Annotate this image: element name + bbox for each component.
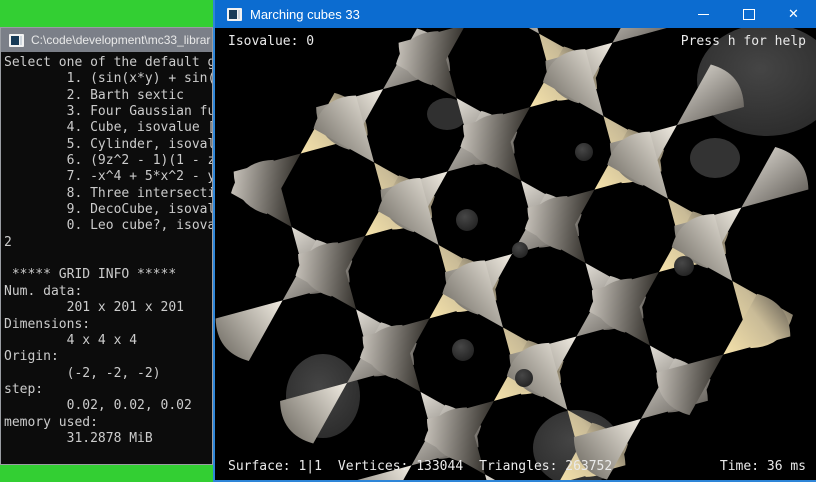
console-line: 3. Four Gaussian fu — [4, 104, 212, 120]
dark-sphere — [575, 143, 593, 161]
surface-count: Surface: 1|1 — [228, 459, 322, 474]
console-line: (-2, -2, -2) — [4, 366, 212, 382]
close-button[interactable]: ✕ — [771, 0, 816, 28]
dark-sphere — [452, 339, 474, 361]
dark-sphere — [515, 369, 533, 387]
console-line — [4, 251, 212, 267]
app-window-icon — [227, 8, 242, 21]
console-line: 5. Cylinder, isoval — [4, 137, 212, 153]
console-line: Select one of the default g — [4, 55, 212, 71]
console-line: step: — [4, 382, 212, 398]
dark-sphere — [674, 256, 694, 276]
maximize-icon — [743, 9, 755, 20]
console-line: 7. -x^4 + 5*x^2 - y — [4, 169, 212, 185]
console-line: 6. (9z^2 - 1)(1 - z — [4, 153, 212, 169]
console-line: memory used: — [4, 415, 212, 431]
marching-cubes-window[interactable]: Marching cubes 33 ✕ — [213, 0, 816, 482]
console-line: Origin: — [4, 349, 212, 365]
app-titlebar[interactable]: Marching cubes 33 ✕ — [215, 0, 816, 28]
window-controls: ✕ — [681, 0, 816, 28]
console-line: 2 — [4, 235, 212, 251]
triangle-count: Triangles: 263752 — [479, 459, 612, 474]
console-title: C:\code\development\mc33_librar — [31, 33, 210, 47]
console-line: 4. Cube, isovalue [ — [4, 120, 212, 136]
help-hint-label: Press h for help — [681, 34, 806, 49]
console-output: Select one of the default g 1. (sin(x*y)… — [1, 52, 212, 447]
dark-sphere — [456, 209, 478, 231]
console-line: 0.02, 0.02, 0.02 — [4, 398, 212, 414]
console-line: 201 x 201 x 201 — [4, 300, 212, 316]
console-window-icon — [9, 34, 24, 47]
console-line: 31.2878 MiB — [4, 431, 212, 447]
marching-cubes-render[interactable] — [215, 28, 816, 480]
console-line: Dimensions: — [4, 317, 212, 333]
console-line: 9. DecoCube, isoval — [4, 202, 212, 218]
console-line: Num. data: — [4, 284, 212, 300]
status-bar: Surface: 1|1 Vertices: 133044 Triangles: 2… — [228, 459, 612, 474]
console-line: 1. (sin(x*y) + sin( — [4, 71, 212, 87]
console-line: 8. Three intersecti — [4, 186, 212, 202]
console-window[interactable]: C:\code\development\mc33_librar Select o… — [0, 27, 213, 465]
dark-sphere — [512, 242, 528, 258]
console-line: 4 x 4 x 4 — [4, 333, 212, 349]
minimize-icon — [698, 14, 709, 15]
console-titlebar[interactable]: C:\code\development\mc33_librar — [1, 28, 212, 52]
console-line: 2. Barth sextic — [4, 88, 212, 104]
minimize-button[interactable] — [681, 0, 726, 28]
close-icon: ✕ — [788, 7, 799, 22]
app-title: Marching cubes 33 — [250, 7, 681, 22]
isovalue-label: Isovalue: 0 — [228, 34, 314, 49]
render-time-label: Time: 36 ms — [720, 459, 806, 474]
vertex-count: Vertices: 133044 — [338, 459, 463, 474]
console-line: 0. Leo cube?, isova — [4, 218, 212, 234]
gl-viewport[interactable]: Isovalue: 0 Press h for help Surface: 1|… — [215, 28, 816, 480]
maximize-button[interactable] — [726, 0, 771, 28]
console-line: ***** GRID INFO ***** — [4, 267, 212, 283]
